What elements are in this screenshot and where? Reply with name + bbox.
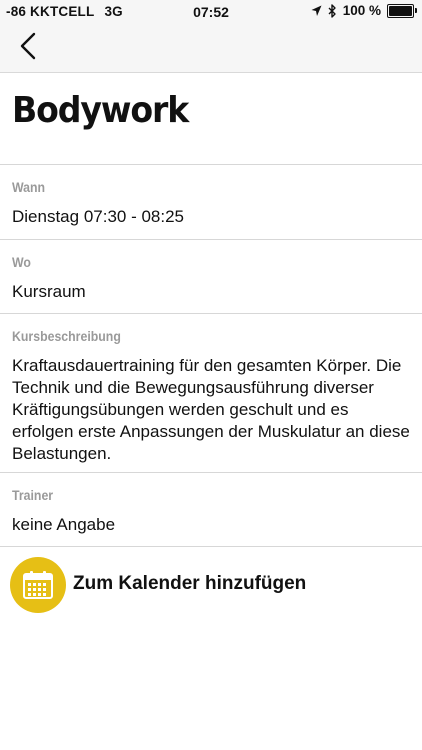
description-label: Kursbeschreibung — [12, 328, 121, 344]
bluetooth-icon — [328, 3, 337, 18]
divider — [0, 546, 422, 547]
chevron-left-icon — [20, 32, 36, 60]
when-label: Wann — [12, 179, 46, 195]
trainer-label: Trainer — [12, 487, 54, 503]
calendar-icon-badge — [10, 557, 66, 613]
trainer-value: keine Angabe — [12, 515, 116, 534]
where-value: Kursraum — [12, 282, 86, 301]
when-value: Dienstag 07:30 - 08:25 — [12, 207, 185, 226]
navigation-bar: -86 KKTCELL 3G 07:52 100 % — [0, 0, 422, 73]
add-to-calendar-button[interactable]: Zum Kalender hinzufügen — [0, 548, 422, 622]
divider — [0, 164, 422, 165]
battery-percentage: 100 % — [342, 3, 381, 18]
description-text: Kraftausdauertraining für den gesamten K… — [12, 356, 410, 463]
add-to-calendar-label: Zum Kalender hinzufügen — [73, 573, 307, 594]
battery-level — [389, 5, 412, 16]
where-label: Wo — [12, 254, 31, 270]
status-bar: -86 KKTCELL 3G 07:52 100 % — [0, 0, 422, 22]
location-arrow-icon — [311, 5, 322, 17]
divider — [0, 472, 422, 473]
status-indicators: 100 % — [311, 3, 417, 18]
divider — [0, 239, 422, 240]
back-button[interactable] — [14, 30, 42, 62]
calendar-icon — [23, 571, 53, 599]
battery-icon — [387, 3, 417, 18]
divider — [0, 313, 422, 314]
page-title: Bodywork — [12, 90, 189, 131]
